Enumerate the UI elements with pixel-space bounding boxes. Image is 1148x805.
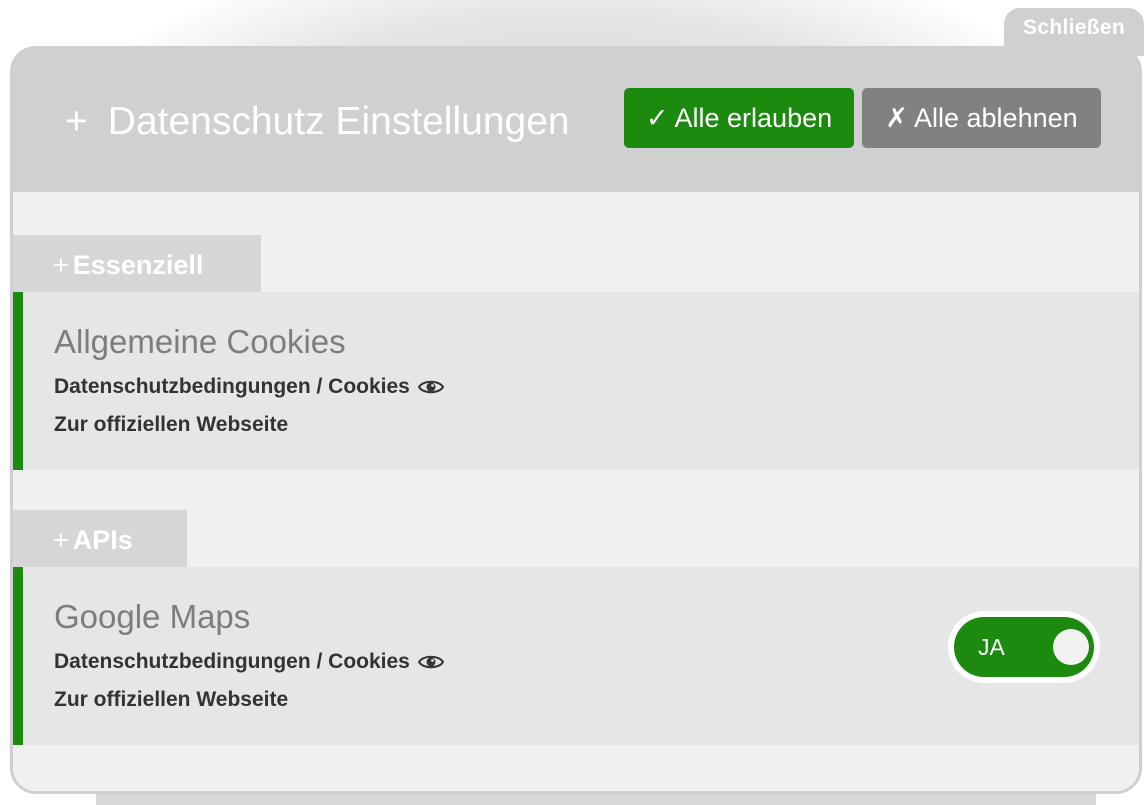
eye-icon — [417, 380, 444, 394]
cookie-item-google-maps: Google Maps Datenschutzbedingungen / Coo… — [13, 567, 1139, 745]
website-link[interactable]: Zur offiziellen Webseite — [54, 686, 288, 714]
dialog-title: + Datenschutz Einstellungen — [65, 97, 570, 147]
plus-icon: + — [53, 525, 69, 555]
privacy-link[interactable]: Datenschutzbedingungen / Cookies — [54, 373, 444, 401]
toggle-label: JA — [978, 634, 1005, 660]
dialog-header: + Datenschutz Einstellungen ✓ Alle erlaub… — [13, 49, 1139, 192]
consent-toggle[interactable]: JA — [948, 611, 1100, 683]
cookie-item-general: Allgemeine Cookies Datenschutzbedingunge… — [13, 292, 1139, 470]
plus-icon: + — [65, 100, 88, 143]
cookie-item-title: Allgemeine Cookies — [54, 323, 346, 360]
dialog-title-text: Datenschutz Einstellungen — [107, 100, 570, 143]
category-tab-apis[interactable]: + APIs — [13, 510, 187, 567]
accept-all-button[interactable]: ✓ Alle erlauben — [624, 88, 854, 148]
cookie-item-title: Google Maps — [54, 598, 251, 635]
privacy-settings-dialog: + Datenschutz Einstellungen ✓ Alle erlaub… — [10, 46, 1142, 794]
privacy-link-label: Datenschutzbedingungen / Cookies — [54, 650, 410, 673]
toggle-track: JA — [954, 617, 1094, 677]
category-label: APIs — [72, 525, 133, 555]
category-label: Essenziell — [72, 250, 204, 280]
plus-icon: + — [53, 250, 69, 280]
eye-icon — [417, 655, 444, 669]
website-link[interactable]: Zur offiziellen Webseite — [54, 411, 288, 439]
category-tab-essential[interactable]: + Essenziell — [13, 235, 261, 292]
reject-all-button[interactable]: ✗ Alle ablehnen — [862, 88, 1101, 148]
privacy-link[interactable]: Datenschutzbedingungen / Cookies — [54, 648, 444, 676]
dialog-content: + Essenziell Allgemeine Cookies Datenschu… — [13, 192, 1139, 791]
toggle-knob — [1053, 629, 1089, 665]
privacy-link-label: Datenschutzbedingungen / Cookies — [54, 375, 410, 398]
